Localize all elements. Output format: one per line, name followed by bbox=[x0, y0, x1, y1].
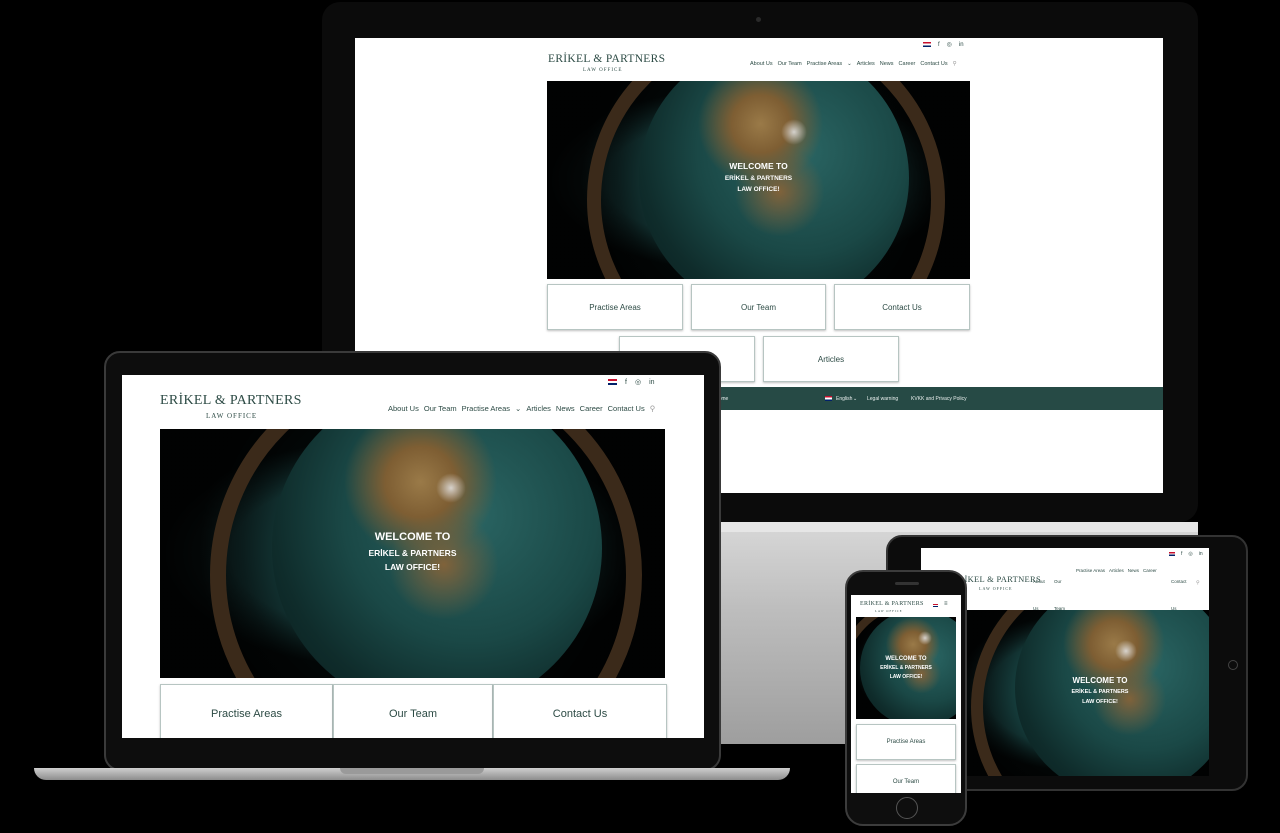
logo-subtitle: LAW OFFICE bbox=[583, 68, 623, 73]
monitor-chin bbox=[720, 522, 1198, 532]
hero-title: WELCOME TO bbox=[885, 656, 927, 662]
hero-title: WELCOME TO bbox=[729, 161, 788, 171]
search-icon[interactable]: ⚲ bbox=[953, 61, 957, 67]
nav-team[interactable]: Our Team bbox=[424, 404, 457, 413]
instagram-icon[interactable]: ◎ bbox=[947, 41, 952, 48]
hero-firm-name: ERİKEL & PARTNERS bbox=[368, 548, 457, 558]
hero-banner: WELCOME TO ERİKEL & PARTNERS LAW OFFICE! bbox=[547, 81, 970, 279]
box-contact-us[interactable]: Contact Us bbox=[834, 284, 970, 330]
hero-firm-name: ERİKEL & PARTNERS bbox=[880, 665, 932, 671]
nav-about[interactable]: About Us bbox=[388, 404, 419, 413]
uk-flag-icon[interactable] bbox=[933, 604, 938, 607]
nav-about-line1: About bbox=[1033, 579, 1045, 584]
box-our-team[interactable]: Our Team bbox=[333, 684, 493, 738]
linkedin-icon[interactable]: in bbox=[959, 42, 964, 48]
logo-subtitle: LAW OFFICE bbox=[206, 412, 258, 420]
phone-screen: ERİKEL & PARTNERS LAW OFFICE ≡ WELCOME T… bbox=[851, 595, 961, 793]
facebook-icon[interactable]: f bbox=[1181, 551, 1182, 557]
nav-articles[interactable]: Articles bbox=[526, 404, 551, 413]
chevron-down-icon[interactable]: ⌄ bbox=[847, 61, 852, 67]
top-social-bar: f ◎ in bbox=[608, 378, 655, 386]
uk-flag-icon[interactable] bbox=[608, 379, 617, 385]
box-practise-areas[interactable]: Practise Areas bbox=[160, 684, 333, 738]
hero-banner: WELCOME TO ERİKEL & PARTNERS LAW OFFICE! bbox=[160, 429, 665, 678]
box-practise-areas[interactable]: Practise Areas bbox=[856, 724, 956, 760]
hero-banner: WELCOME TO ERİKEL & PARTNERS LAW OFFICE! bbox=[951, 610, 1209, 776]
uk-flag-icon[interactable] bbox=[825, 396, 832, 401]
box-our-team[interactable]: Our Team bbox=[856, 764, 956, 793]
main-nav: About Us Our Team Practise Areas ⌄ Artic… bbox=[388, 404, 655, 413]
chevron-down-icon[interactable]: ⌄ bbox=[515, 404, 521, 413]
nav-career[interactable]: Career bbox=[580, 404, 603, 413]
phone-speaker bbox=[895, 582, 919, 585]
main-nav: Practise Areas Articles News Career bbox=[1076, 568, 1157, 573]
footer-language[interactable]: English bbox=[836, 396, 852, 402]
hero-title: WELCOME TO bbox=[374, 531, 451, 543]
tablet-home-button bbox=[1228, 660, 1238, 670]
nav-about[interactable]: About Us bbox=[750, 61, 773, 67]
nav-contact[interactable]: Contact Us bbox=[920, 61, 947, 67]
box-contact-us[interactable]: Contact Us bbox=[493, 684, 667, 738]
menu-icon[interactable]: ≡ bbox=[944, 601, 948, 607]
chevron-down-icon[interactable]: ⌄ bbox=[853, 396, 857, 402]
logo-name[interactable]: ERİKEL & PARTNERS bbox=[860, 601, 924, 607]
hero-banner: WELCOME TO ERİKEL & PARTNERS LAW OFFICE! bbox=[856, 617, 956, 719]
hero-title: WELCOME TO bbox=[1072, 676, 1128, 685]
nav-news[interactable]: News bbox=[1128, 568, 1139, 573]
search-icon[interactable]: ⚲ bbox=[650, 404, 656, 413]
search-icon[interactable]: ⚲ bbox=[1196, 580, 1200, 586]
logo-name[interactable]: ERİKEL & PARTNERS bbox=[548, 53, 665, 65]
linkedin-icon[interactable]: in bbox=[649, 379, 654, 386]
laptop-notch bbox=[340, 768, 484, 774]
nav-contact[interactable]: Contact Us bbox=[608, 404, 645, 413]
hero-firm-sub: LAW OFFICE! bbox=[889, 674, 923, 680]
nav-practise-areas[interactable]: Practise Areas bbox=[1076, 568, 1105, 573]
hero-firm-sub: LAW OFFICE! bbox=[737, 186, 780, 193]
nav-practise-areas[interactable]: Practise Areas bbox=[462, 404, 510, 413]
phone-home-button bbox=[896, 797, 918, 819]
logo-subtitle: LAW OFFICE bbox=[979, 586, 1013, 591]
top-social-bar: f ◎ in bbox=[1169, 551, 1203, 557]
nav-team-line1: Our bbox=[1054, 579, 1062, 584]
hero-firm-sub: LAW OFFICE! bbox=[1082, 699, 1118, 705]
main-nav: About Us Our Team Practise Areas ⌄ Artic… bbox=[750, 61, 957, 67]
facebook-icon[interactable]: f bbox=[625, 379, 627, 386]
nav-news[interactable]: News bbox=[556, 404, 575, 413]
nav-news[interactable]: News bbox=[880, 61, 894, 67]
hero-firm-name: ERİKEL & PARTNERS bbox=[1071, 689, 1129, 695]
laptop-screen: f ◎ in ERİKEL & PARTNERS LAW OFFICE Abou… bbox=[122, 375, 704, 738]
linkedin-icon[interactable]: in bbox=[1199, 551, 1203, 557]
uk-flag-icon[interactable] bbox=[923, 42, 931, 47]
instagram-icon[interactable]: ◎ bbox=[1188, 551, 1192, 557]
footer-legal-warning[interactable]: Legal warning bbox=[867, 396, 898, 402]
facebook-icon[interactable]: f bbox=[938, 42, 940, 48]
footer-privacy-policy[interactable]: KVKK and Privacy Policy bbox=[911, 396, 967, 402]
nav-contact-line1: Contact bbox=[1171, 579, 1187, 584]
box-our-team[interactable]: Our Team bbox=[691, 284, 826, 330]
nav-practise-areas[interactable]: Practise Areas bbox=[807, 61, 842, 67]
nav-articles[interactable]: Articles bbox=[857, 61, 875, 67]
box-articles[interactable]: Articles bbox=[763, 336, 899, 382]
box-practise-areas[interactable]: Practise Areas bbox=[547, 284, 683, 330]
hero-firm-sub: LAW OFFICE! bbox=[384, 562, 441, 572]
nav-team[interactable]: Our Team bbox=[778, 61, 802, 67]
logo-name[interactable]: ERİKEL & PARTNERS bbox=[160, 393, 302, 409]
top-social-bar: f ◎ in bbox=[923, 41, 964, 48]
hero-firm-name: ERİKEL & PARTNERS bbox=[724, 175, 793, 182]
instagram-icon[interactable]: ◎ bbox=[635, 378, 641, 386]
uk-flag-icon[interactable] bbox=[1169, 552, 1175, 556]
logo-subtitle: LAW OFFICE bbox=[875, 609, 903, 613]
nav-career[interactable]: Career bbox=[1143, 568, 1157, 573]
monitor-camera bbox=[756, 17, 761, 22]
nav-career[interactable]: Career bbox=[899, 61, 916, 67]
nav-articles[interactable]: Articles bbox=[1109, 568, 1124, 573]
